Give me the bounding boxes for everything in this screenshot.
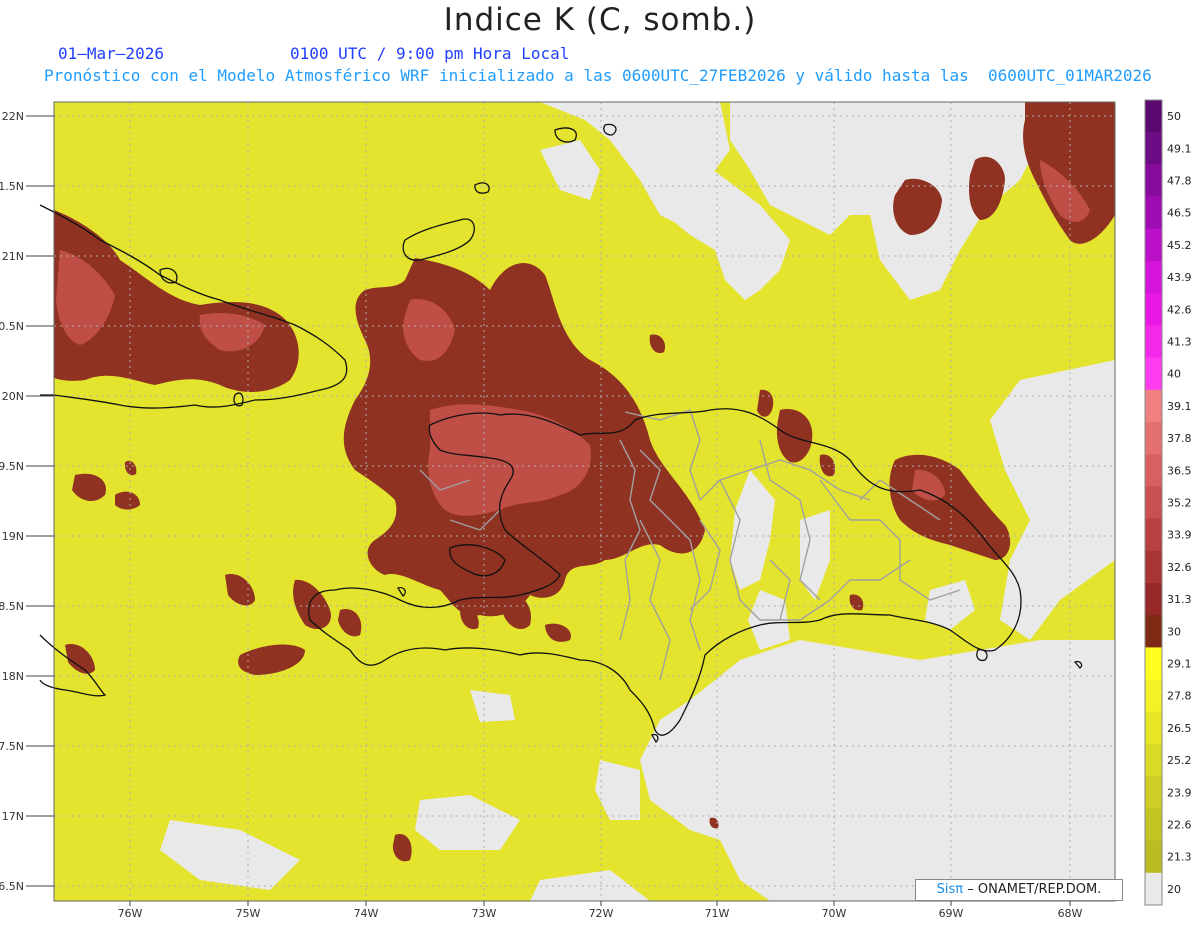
lon-label: 76W [118,907,143,920]
colorbar-label: 33.9 [1167,529,1192,542]
colorbar-swatch [1145,840,1162,874]
lat-label: 22N [2,110,24,123]
colorbar-swatch [1145,389,1162,423]
latitude-labels: 22N 1.5N 21N 0.5N 20N 9.5N 19N 8.5N 18N … [0,110,24,893]
colorbar-swatch [1145,261,1162,294]
colorbar-label: 47.8 [1167,175,1192,188]
colorbar: 50 49.1 47.8 46.5 45.2 43.9 42.6 41.3 40 39.1 37.8… [1144,99,1192,906]
longitude-labels: 76W 75W 74W 73W 72W 71W 70W 69W 68W [118,907,1083,920]
k-index-map: 22N 1.5N 21N 0.5N 20N 9.5N 19N 8.5N 18N … [0,99,1192,920]
colorbar-swatch [1145,776,1162,809]
colorbar-label: 37.8 [1167,432,1192,445]
map-plot-area [54,102,1115,901]
colorbar-swatch [1145,228,1162,262]
colorbar-swatch [1145,615,1162,648]
lon-label: 74W [354,907,379,920]
colorbar-label: 20 [1167,883,1181,896]
colorbar-label: 31.3 [1167,593,1192,606]
colorbar-swatch [1145,550,1162,584]
colorbar-swatch [1145,357,1162,391]
colorbar-label: 29.1 [1167,658,1192,671]
colorbar-swatch [1145,647,1162,681]
lat-label: 6.5N [0,880,24,893]
colorbar-swatch [1145,872,1162,906]
lon-label: 75W [236,907,261,920]
colorbar-label: 45.2 [1167,239,1192,252]
colorbar-label: 32.6 [1167,561,1192,574]
colorbar-label: 21.3 [1167,851,1192,864]
colorbar-label: 22.6 [1167,819,1192,832]
lon-label: 73W [472,907,497,920]
colorbar-label: 27.8 [1167,690,1192,703]
colorbar-label: 23.9 [1167,786,1192,799]
colorbar-swatch [1145,711,1162,745]
lat-label: 18N [2,670,24,683]
colorbar-swatch [1145,679,1162,713]
colorbar-swatch [1145,293,1162,326]
colorbar-swatch [1145,486,1162,520]
colorbar-swatch [1145,164,1162,198]
lat-label: 21N [2,250,24,263]
credit-box: Sisπ – ONAMET/REP.DOM. [915,879,1123,901]
lon-label: 68W [1058,907,1083,920]
colorbar-label: 35.2 [1167,497,1192,510]
lat-label: 19N [2,530,24,543]
colorbar-label: 39.1 [1167,400,1192,413]
lon-label: 69W [939,907,964,920]
colorbar-swatch [1145,808,1162,842]
colorbar-label: 30 [1167,625,1181,638]
colorbar-label: 26.5 [1167,722,1192,735]
colorbar-swatch [1145,744,1162,777]
colorbar-swatch [1145,132,1162,165]
lat-label: 8.5N [0,600,24,613]
lat-label: 0.5N [0,320,24,333]
colorbar-swatch [1145,454,1162,487]
colorbar-label: 43.9 [1167,271,1192,284]
colorbar-swatch [1145,518,1162,552]
lon-label: 71W [705,907,730,920]
sispi-logo: Sisπ [936,882,964,897]
colorbar-swatch [1145,196,1162,230]
colorbar-label: 46.5 [1167,207,1192,220]
longitude-ticks [129,901,1071,906]
latitude-ticks [26,115,54,887]
colorbar-label: 41.3 [1167,336,1192,349]
lat-label: 17N [2,810,24,823]
lat-label: 20N [2,390,24,403]
colorbar-label: 50 [1167,110,1181,123]
colorbar-label: 42.6 [1167,303,1192,316]
lat-label: 7.5N [0,740,24,753]
lat-label: 1.5N [0,180,24,193]
lon-label: 70W [822,907,847,920]
colorbar-label: 25.2 [1167,754,1192,767]
colorbar-swatch [1145,325,1162,359]
colorbar-label: 40 [1167,368,1181,381]
colorbar-swatch [1145,422,1162,455]
lat-label: 9.5N [0,460,24,473]
colorbar-label: 49.1 [1167,142,1192,155]
colorbar-label: 36.5 [1167,464,1192,477]
colorbar-swatch [1145,583,1162,616]
colorbar-swatch [1145,100,1162,133]
lon-label: 72W [589,907,614,920]
credit-org: – ONAMET/REP.DOM. [967,882,1102,897]
